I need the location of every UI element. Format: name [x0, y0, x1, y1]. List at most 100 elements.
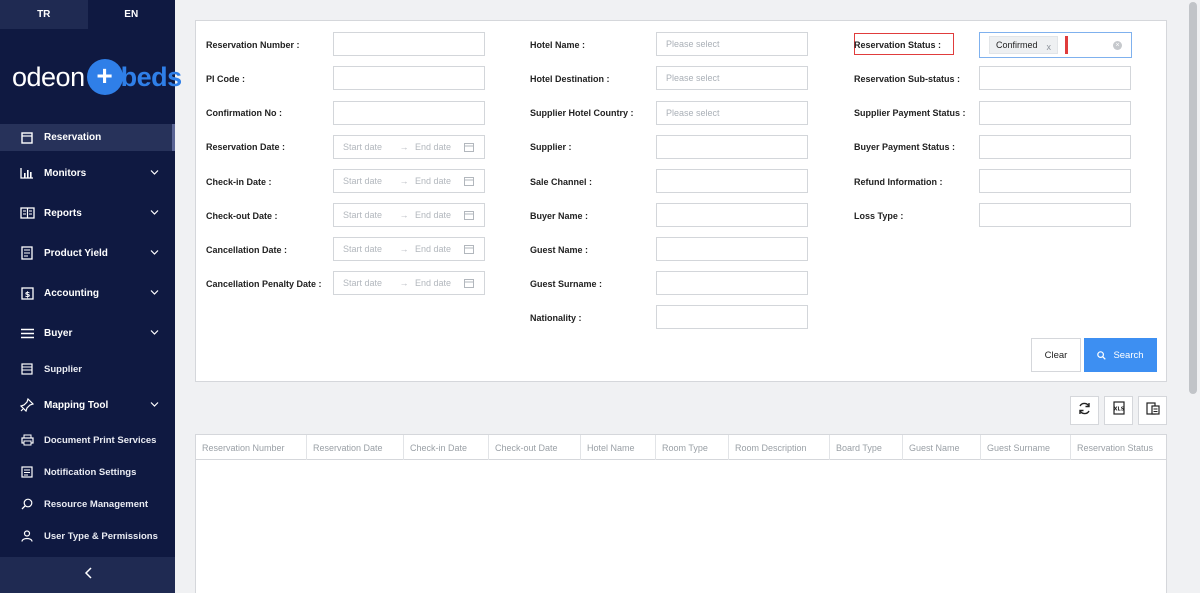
sidebar-item-label: Product Yield — [44, 247, 108, 259]
label-hotel-name: Hotel Name : — [530, 40, 586, 50]
sidebar-item-label: Supplier — [44, 363, 83, 375]
pin-icon — [19, 397, 35, 413]
reservation-date-range[interactable]: Start date → End date — [333, 135, 485, 159]
sidebar-item-resource-management[interactable]: Resource Management — [0, 496, 175, 512]
col-header-reservation-date[interactable]: Reservation Date — [307, 435, 404, 460]
refresh-icon — [1078, 402, 1091, 420]
col-header-checkout-date[interactable]: Check-out Date — [489, 435, 581, 460]
clear-button[interactable]: Clear — [1031, 338, 1081, 372]
hotel-name-select[interactable]: Please select — [656, 32, 808, 56]
label-pi-code: PI Code : — [206, 74, 246, 84]
sidebar-item-mapping-tool[interactable]: Mapping Tool — [0, 396, 175, 414]
supplier-payment-status-select[interactable] — [979, 101, 1131, 125]
guest-surname-input[interactable] — [656, 271, 808, 295]
label-hotel-destination: Hotel Destination : — [530, 74, 610, 84]
tag-label: Confirmed — [996, 40, 1038, 50]
label-reservation-substatus: Reservation Sub-status : — [854, 74, 961, 84]
col-header-room-description[interactable]: Room Description — [729, 435, 830, 460]
label-buyer-name: Buyer Name : — [530, 211, 589, 221]
sidebar-collapse-button[interactable] — [0, 557, 175, 593]
sidebar-item-accounting[interactable]: $ Accounting — [0, 284, 175, 302]
supplier-hotel-country-select[interactable]: Please select — [656, 101, 808, 125]
excel-export-icon: XLS — [1112, 401, 1125, 420]
reservation-number-input[interactable] — [333, 32, 485, 56]
arrow-right-icon: → — [399, 142, 409, 152]
end-date-placeholder: End date — [415, 278, 452, 288]
sidebar-item-user-type[interactable]: User Type & Permissions — [0, 528, 175, 544]
chevron-left-icon — [84, 566, 92, 584]
lang-en-button[interactable]: EN — [87, 0, 175, 29]
reservation-status-multiselect[interactable]: Confirmed x × — [979, 32, 1132, 58]
search-icon — [19, 496, 35, 512]
confirmation-no-input[interactable] — [333, 101, 485, 125]
col-header-reservation-status[interactable]: Reservation Status — [1071, 435, 1166, 460]
chevron-down-icon — [150, 288, 159, 299]
hotel-destination-select[interactable]: Please select — [656, 66, 808, 90]
search-button-label: Search — [1113, 349, 1144, 361]
buyer-name-select[interactable] — [656, 203, 808, 227]
svg-text:XLS: XLS — [1113, 407, 1124, 413]
label-reservation-number: Reservation Number : — [206, 40, 300, 50]
sidebar: TR EN odeon + beds Reservation Monitors … — [0, 0, 182, 593]
reservation-substatus-select[interactable] — [979, 66, 1131, 90]
col-header-room-type[interactable]: Room Type — [656, 435, 729, 460]
document-icon — [19, 245, 35, 261]
label-refund-information: Refund Information : — [854, 177, 943, 187]
calendar-icon — [464, 244, 474, 256]
sidebar-item-label: Monitors — [44, 167, 87, 179]
calendar-icon — [464, 278, 474, 290]
reservation-icon — [19, 130, 35, 146]
col-header-guest-surname[interactable]: Guest Surname — [981, 435, 1071, 460]
buyer-payment-status-select[interactable] — [979, 135, 1131, 159]
supplier-select[interactable] — [656, 135, 808, 159]
label-guest-name: Guest Name : — [530, 245, 589, 255]
user-icon — [19, 528, 35, 544]
sidebar-item-supplier[interactable]: Supplier — [0, 361, 175, 377]
label-supplier-hotel-country: Supplier Hotel Country : — [530, 108, 634, 118]
sidebar-item-reservation[interactable]: Reservation — [0, 124, 175, 151]
sidebar-item-product-yield[interactable]: Product Yield — [0, 244, 175, 262]
refresh-button[interactable] — [1070, 396, 1099, 425]
pi-code-input[interactable] — [333, 66, 485, 90]
checkout-date-range[interactable]: Start date → End date — [333, 203, 485, 227]
sidebar-item-document-print[interactable]: Document Print Services — [0, 432, 175, 448]
label-nationality: Nationality : — [530, 313, 582, 323]
sidebar-item-buyer[interactable]: Buyer — [0, 324, 175, 342]
col-header-hotel-name[interactable]: Hotel Name — [581, 435, 656, 460]
lang-tr-button[interactable]: TR — [0, 0, 88, 29]
column-settings-button[interactable] — [1138, 396, 1167, 425]
col-header-checkin-date[interactable]: Check-in Date — [404, 435, 489, 460]
calendar-icon — [464, 142, 474, 154]
text-cursor — [1065, 36, 1069, 54]
sidebar-item-label: Accounting — [44, 287, 99, 299]
scrollbar-thumb[interactable] — [1189, 2, 1197, 394]
end-date-placeholder: End date — [415, 176, 452, 186]
checkin-date-range[interactable]: Start date → End date — [333, 169, 485, 193]
sidebar-item-notification-settings[interactable]: Notification Settings — [0, 464, 175, 480]
arrow-right-icon: → — [399, 176, 409, 186]
page-scrollbar[interactable] — [1186, 0, 1200, 593]
col-header-reservation-number[interactable]: Reservation Number — [196, 435, 307, 460]
col-header-board-type[interactable]: Board Type — [830, 435, 903, 460]
tag-remove-icon[interactable]: x — [1047, 42, 1052, 52]
loss-type-select[interactable] — [979, 203, 1131, 227]
excel-export-button[interactable]: XLS — [1104, 396, 1133, 425]
search-button[interactable]: Search — [1084, 338, 1157, 372]
sale-channel-select[interactable] — [656, 169, 808, 193]
col-header-guest-name[interactable]: Guest Name — [903, 435, 981, 460]
label-checkout-date: Check-out Date : — [206, 211, 278, 221]
cancellation-penalty-date-range[interactable]: Start date → End date — [333, 271, 485, 295]
arrow-right-icon: → — [399, 244, 409, 254]
refund-information-select[interactable] — [979, 169, 1131, 193]
nationality-select[interactable] — [656, 305, 808, 329]
sidebar-item-monitors[interactable]: Monitors — [0, 164, 175, 182]
end-date-placeholder: End date — [415, 244, 452, 254]
sidebar-item-reports[interactable]: Reports — [0, 204, 175, 222]
reservations-table: Reservation Number Reservation Date Chec… — [195, 434, 1167, 593]
guest-name-input[interactable] — [656, 237, 808, 261]
label-cancellation-penalty-date: Cancellation Penalty Date : — [206, 279, 322, 289]
cancellation-date-range[interactable]: Start date → End date — [333, 237, 485, 261]
column-settings-icon — [1145, 401, 1160, 420]
label-guest-surname: Guest Surname : — [530, 279, 603, 289]
clear-selection-icon[interactable]: × — [1113, 41, 1122, 50]
